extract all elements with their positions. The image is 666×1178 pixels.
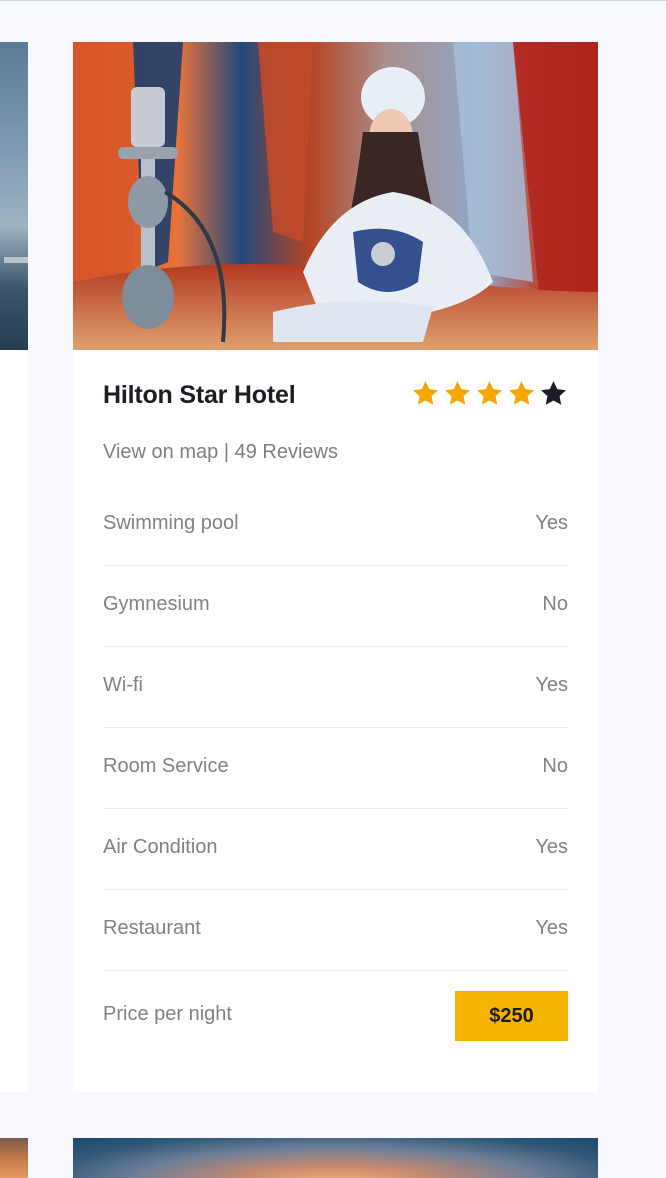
- amenity-row-room-service: Room Service No: [103, 728, 568, 809]
- star-filled-icon: [509, 381, 534, 405]
- amenity-value: No: [542, 755, 568, 777]
- hotel-title-row: Hilton Star Hotel: [103, 379, 568, 415]
- star-filled-icon: [413, 381, 438, 405]
- amenity-label: Restaurant: [103, 917, 201, 939]
- price-button[interactable]: $250: [455, 991, 568, 1041]
- amenity-value: No: [542, 593, 568, 615]
- next-hotel-card-partial[interactable]: [73, 1138, 598, 1178]
- price-label: Price per night: [103, 1003, 232, 1025]
- star-rating: [411, 379, 568, 409]
- next-row-hotel-image-partial: [0, 1138, 28, 1178]
- amenity-value: Yes: [535, 917, 568, 939]
- amenity-label: Room Service: [103, 755, 229, 777]
- meta-separator: |: [223, 441, 230, 463]
- amenity-label: Air Condition: [103, 836, 218, 858]
- star-filled-icon: [477, 381, 502, 405]
- amenities-list: Swimming pool Yes Gymnesium No Wi-fi Yes…: [103, 485, 568, 971]
- amenity-label: Gymnesium: [103, 593, 210, 615]
- star-filled-icon: [445, 381, 470, 405]
- hotel-meta: View on map | 49 Reviews: [103, 441, 338, 464]
- amenity-label: Swimming pool: [103, 512, 239, 534]
- reviews-count[interactable]: 49 Reviews: [235, 441, 338, 463]
- previous-hotel-card[interactable]: [0, 42, 28, 1092]
- hotel-image[interactable]: [73, 42, 598, 350]
- amenity-row-swimming-pool: Swimming pool Yes: [103, 485, 568, 566]
- amenity-row-wifi: Wi-fi Yes: [103, 647, 568, 728]
- amenity-row-air-condition: Air Condition Yes: [103, 809, 568, 890]
- previous-hotel-image: [0, 42, 28, 350]
- amenity-row-gymnesium: Gymnesium No: [103, 566, 568, 647]
- amenity-value: Yes: [535, 674, 568, 696]
- hotel-name[interactable]: Hilton Star Hotel: [103, 381, 296, 410]
- hotel-card: Hilton Star Hotel View on map | 49 Revie…: [73, 42, 598, 1092]
- view-on-map-link[interactable]: View on map: [103, 441, 218, 463]
- star-empty-icon: [541, 381, 566, 405]
- amenity-row-restaurant: Restaurant Yes: [103, 890, 568, 971]
- next-hotel-image: [73, 1138, 598, 1178]
- amenity-value: Yes: [535, 512, 568, 534]
- amenity-value: Yes: [535, 836, 568, 858]
- amenity-label: Wi-fi: [103, 674, 143, 696]
- price-row: Price per night $250: [103, 991, 568, 1041]
